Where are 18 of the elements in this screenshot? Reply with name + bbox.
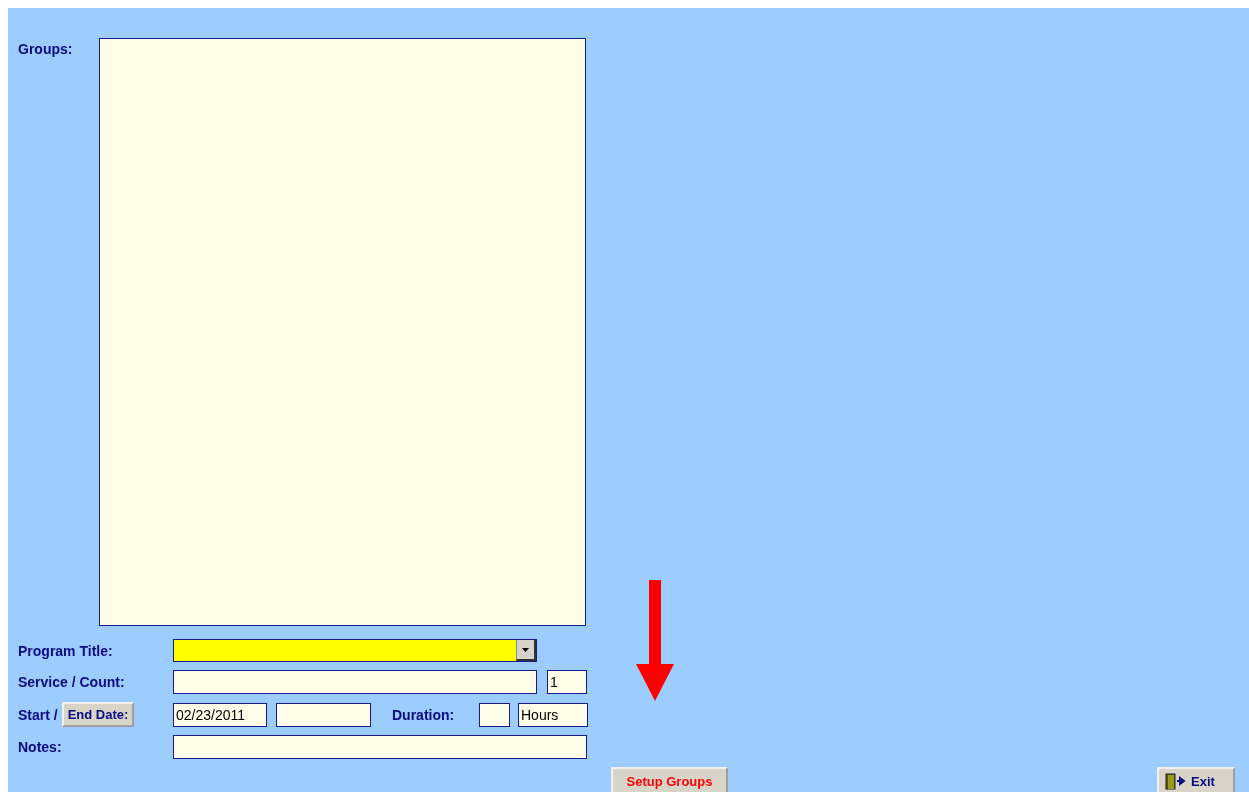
- program-title-dropdown[interactable]: [173, 639, 537, 662]
- start-date-field[interactable]: 02/23/2011: [173, 702, 267, 727]
- program-title-label: Program Title:: [18, 642, 114, 659]
- start-label: Start /: [18, 706, 58, 723]
- exit-button[interactable]: Exit: [1157, 767, 1235, 792]
- end-date-field[interactable]: [276, 702, 371, 727]
- groups-label: Groups:: [18, 40, 74, 57]
- duration-unit-field[interactable]: Hours: [518, 702, 588, 727]
- end-date-button[interactable]: End Date:: [61, 702, 135, 727]
- caret-icon: [522, 647, 529, 652]
- service-field[interactable]: [173, 670, 537, 694]
- duration-field[interactable]: [479, 702, 510, 727]
- service-count-label: Service / Count:: [18, 674, 126, 690]
- count-field[interactable]: 1: [547, 670, 587, 694]
- door-exit-icon: [1165, 772, 1187, 790]
- notes-field[interactable]: [173, 735, 587, 759]
- notes-label: Notes:: [18, 739, 63, 755]
- duration-label: Duration:: [392, 706, 456, 723]
